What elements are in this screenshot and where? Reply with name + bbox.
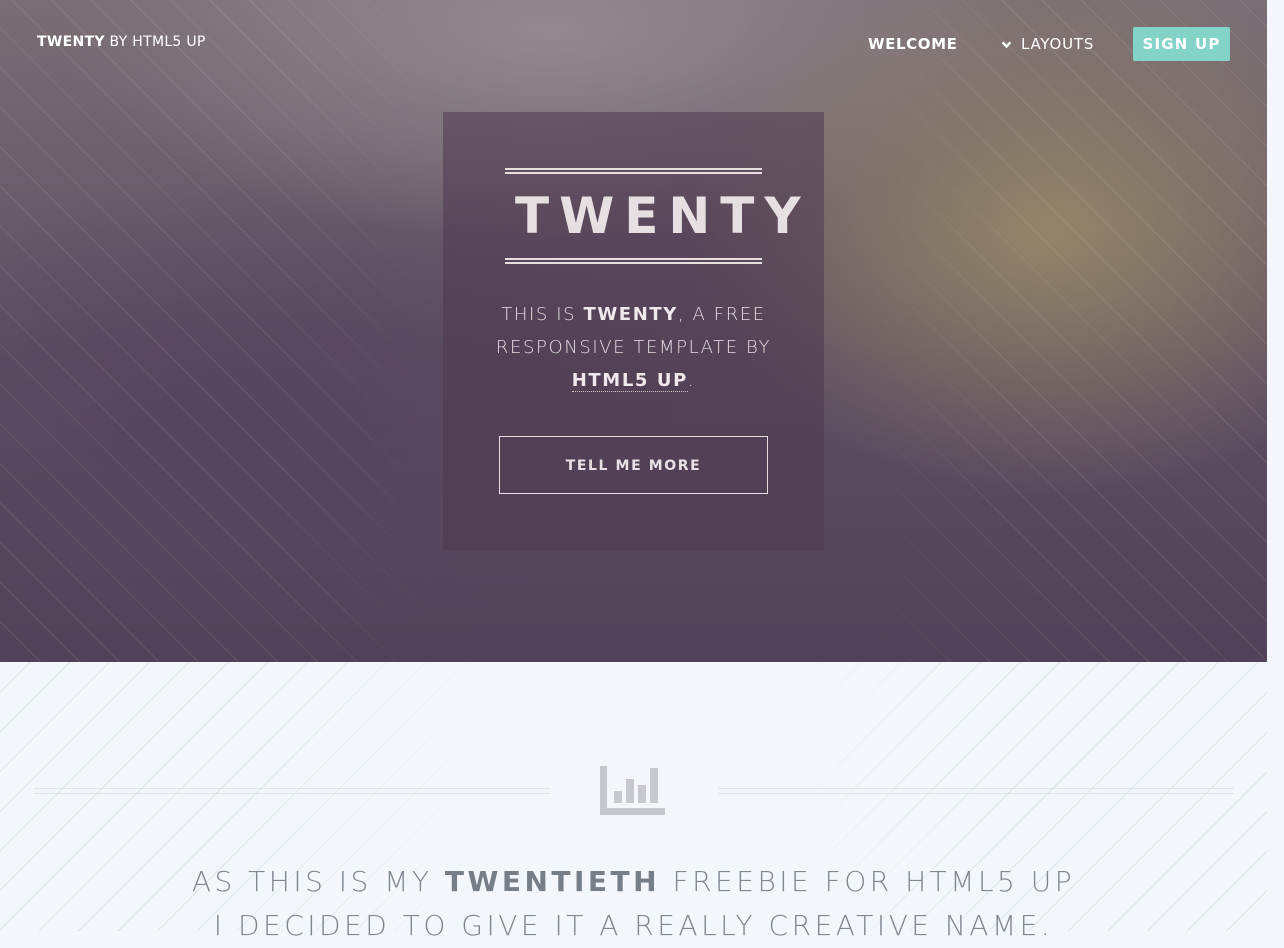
tagline-pre: THIS IS [501, 304, 584, 325]
sign-up-button[interactable]: SIGN UP [1133, 27, 1230, 61]
html5up-link[interactable]: HTML5 UP [571, 370, 688, 392]
intro-line1-pre: AS THIS IS MY [191, 865, 445, 898]
nav-welcome-link[interactable]: WELCOME [868, 35, 957, 53]
title-rule-bottom [505, 258, 762, 264]
site-logo[interactable]: TWENTY BY HTML5 UP [37, 34, 206, 50]
logo-bold: TWENTY [37, 34, 105, 50]
tagline-brand: TWENTY [583, 304, 678, 325]
intro-rule-left [34, 788, 550, 794]
logo-rest: BY HTML5 UP [109, 34, 206, 50]
intro-line-1: AS THIS IS MY TWENTIETH FREEBIE FOR HTML… [0, 860, 1267, 904]
nav-layouts-dropdown[interactable]: LAYOUTS [1001, 35, 1094, 53]
nav-layouts-label: LAYOUTS [1021, 35, 1095, 53]
hero-banner: TWENTY BY HTML5 UP WELCOME LAYOUTS SIGN … [0, 0, 1267, 662]
hero-title: TWENTY [515, 187, 811, 245]
hero-title-block: TWENTY [505, 168, 811, 264]
hero-panel: TWENTY THIS IS TWENTY, A FREE RESPONSIVE… [443, 112, 824, 550]
intro-line1-post: FREEBIE FOR HTML5 UP [660, 865, 1076, 898]
page-scrollbar[interactable] [1267, 0, 1284, 931]
intro-rule-right [718, 788, 1234, 794]
intro-line1-bold: TWENTIETH [444, 865, 661, 898]
hero-tagline: THIS IS TWENTY, A FREE RESPONSIVE TEMPLA… [473, 298, 794, 397]
tell-me-more-button[interactable]: TELL ME MORE [499, 436, 768, 494]
intro-line-2: I DECIDED TO GIVE IT A REALLY CREATIVE N… [213, 909, 1054, 942]
bar-chart-icon [600, 766, 665, 815]
intro-heading: AS THIS IS MY TWENTIETH FREEBIE FOR HTML… [0, 860, 1267, 948]
chevron-down-icon [1001, 40, 1012, 48]
tagline-end: . [687, 370, 696, 391]
